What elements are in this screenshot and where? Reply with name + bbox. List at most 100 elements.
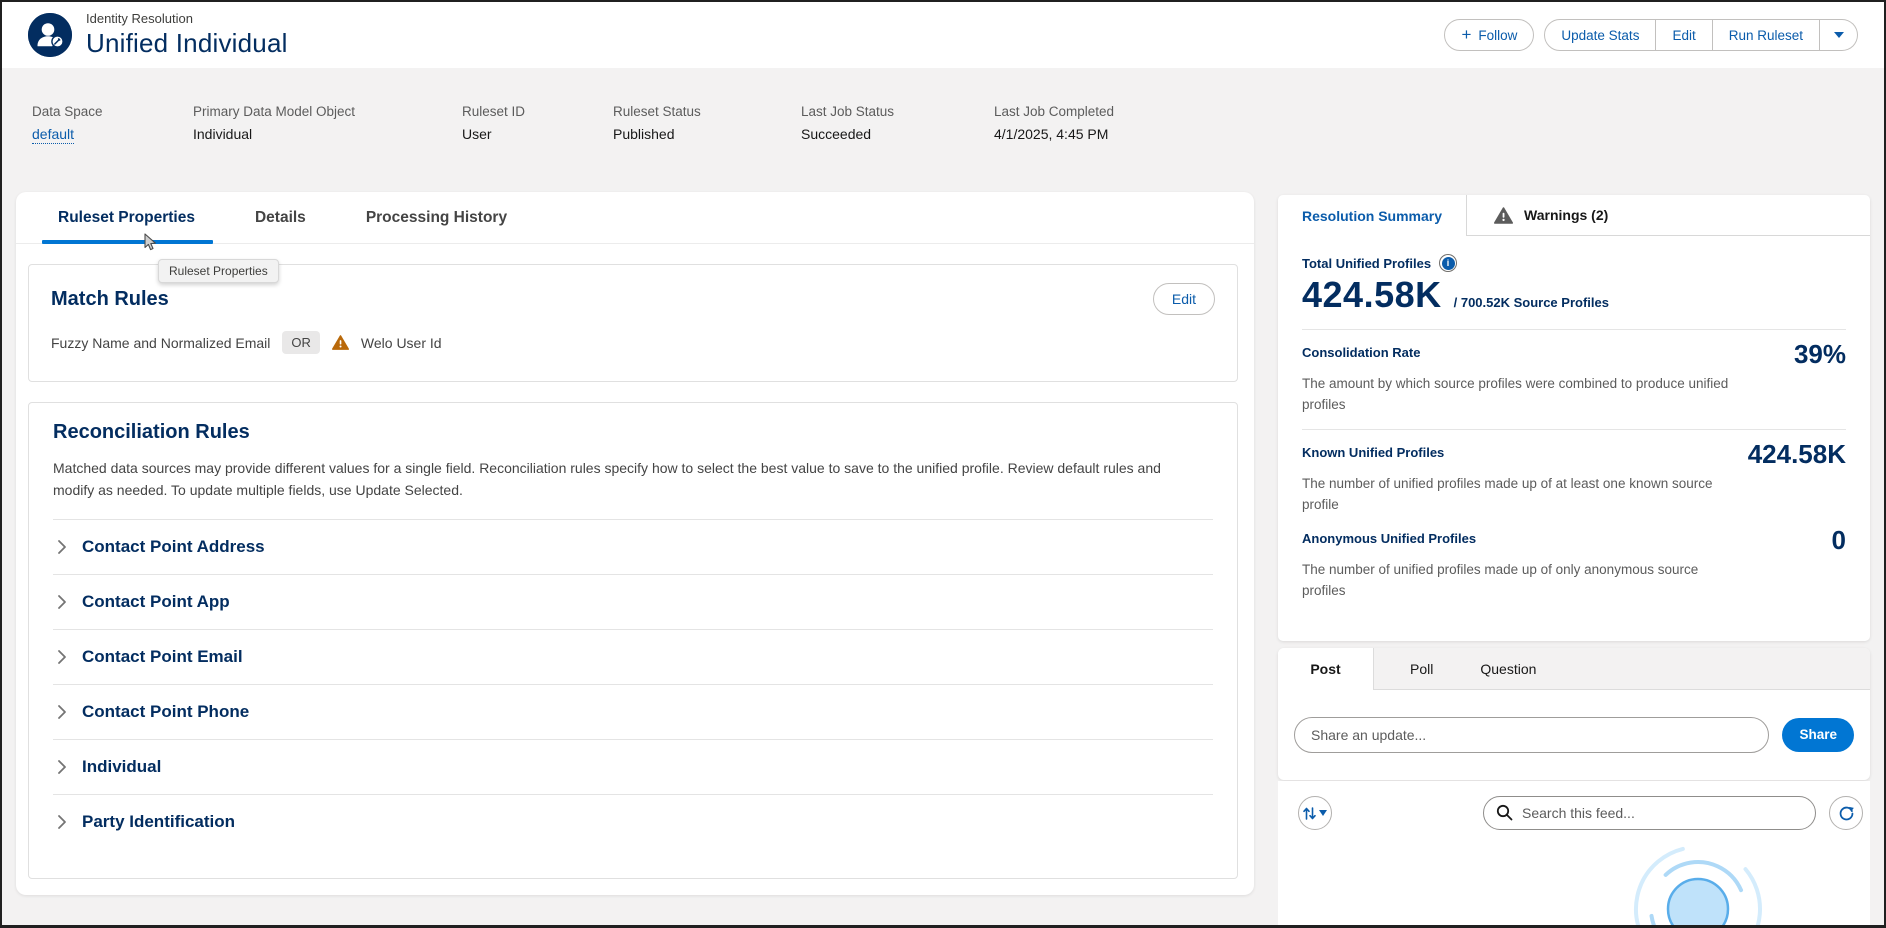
- entity-header: Identity Resolution Unified Individual: [28, 11, 288, 59]
- page-header: Identity Resolution Unified Individual +…: [2, 2, 1884, 68]
- reconciliation-description: Matched data sources may provide differe…: [53, 457, 1203, 502]
- field-label: Last Job Completed: [994, 104, 1114, 119]
- detail-fields: Data Space default Primary Data Model Ob…: [32, 104, 1114, 144]
- identity-resolution-page: Identity Resolution Unified Individual +…: [0, 0, 1886, 928]
- consolidation-rate-label: Consolidation Rate: [1302, 345, 1420, 360]
- total-unified-profiles-label: Total Unified Profiles: [1302, 256, 1431, 271]
- field-label: Data Space: [32, 104, 193, 119]
- tab-post[interactable]: Post: [1278, 648, 1374, 690]
- feed-search-container: [1483, 796, 1816, 830]
- reconciliation-title: Reconciliation Rules: [53, 421, 1213, 444]
- warning-tab-icon: [1494, 206, 1513, 225]
- action-button-group: Update Stats Edit Run Ruleset: [1544, 19, 1858, 51]
- consolidation-rate-section: Consolidation Rate 39% The amount by whi…: [1302, 345, 1846, 416]
- accordion-individual[interactable]: Individual: [53, 739, 1213, 794]
- field-label: Ruleset Status: [613, 104, 801, 119]
- tab-details[interactable]: Details: [255, 192, 306, 244]
- tab-ruleset-properties[interactable]: Ruleset Properties: [58, 192, 195, 244]
- follow-button[interactable]: + Follow: [1444, 19, 1534, 51]
- match-rules-title: Match Rules: [51, 288, 169, 311]
- field-value: Published: [613, 126, 801, 142]
- total-unified-profiles-value: 424.58K: [1302, 274, 1442, 316]
- chevron-right-icon: [57, 649, 67, 665]
- info-glyph: i: [1442, 257, 1455, 270]
- more-actions-button[interactable]: [1820, 19, 1858, 51]
- summary-tab-bar: Resolution Summary Warnings (2): [1278, 195, 1870, 236]
- chevron-right-icon: [57, 704, 67, 720]
- reconciliation-list: Contact Point Address Contact Point App …: [53, 519, 1213, 849]
- field-label: Primary Data Model Object: [193, 104, 462, 119]
- accordion-label: Individual: [82, 757, 161, 777]
- tab-question[interactable]: Question: [1480, 661, 1536, 677]
- run-ruleset-button[interactable]: Run Ruleset: [1713, 19, 1820, 51]
- summary-body: Total Unified Profiles i 424.58K / 700.5…: [1278, 236, 1870, 602]
- or-operator-badge: OR: [282, 331, 320, 354]
- divider: [1302, 429, 1846, 430]
- accordion-label: Party Identification: [82, 812, 235, 832]
- object-type-label: Identity Resolution: [86, 11, 288, 26]
- field-value: Succeeded: [801, 126, 994, 142]
- sort-icon: [1303, 806, 1316, 821]
- field-ruleset-status: Ruleset Status Published: [613, 104, 801, 144]
- dropdown-arrow-icon: [1834, 32, 1844, 38]
- field-primary-dmo: Primary Data Model Object Individual: [193, 104, 462, 144]
- tab-poll[interactable]: Poll: [1410, 661, 1433, 677]
- ruleset-main-card: Ruleset Properties Details Processing Hi…: [16, 192, 1254, 895]
- tab-warnings[interactable]: Warnings (2): [1467, 195, 1870, 236]
- match-rule-row: Fuzzy Name and Normalized Email OR Welo …: [51, 331, 1215, 354]
- accordion-contact-point-phone[interactable]: Contact Point Phone: [53, 684, 1213, 739]
- identity-resolution-icon: [28, 13, 72, 57]
- field-value: User: [462, 126, 613, 142]
- resolution-summary-card: Resolution Summary Warnings (2) Total Un…: [1278, 195, 1870, 641]
- refresh-icon: [1838, 805, 1855, 822]
- accordion-contact-point-email[interactable]: Contact Point Email: [53, 629, 1213, 684]
- chevron-right-icon: [57, 814, 67, 830]
- accordion-label: Contact Point Address: [82, 537, 265, 557]
- feed-search-input[interactable]: [1483, 796, 1816, 830]
- field-label: Last Job Status: [801, 104, 994, 119]
- reconciliation-rules-card: Reconciliation Rules Matched data source…: [28, 402, 1238, 879]
- field-label: Ruleset ID: [462, 104, 613, 119]
- consolidation-rate-desc: The amount by which source profiles were…: [1302, 374, 1742, 416]
- known-unified-profiles-section: Known Unified Profiles 424.58K The numbe…: [1302, 445, 1846, 516]
- page-title: Unified Individual: [86, 28, 288, 59]
- main-tab-bar: Ruleset Properties Details Processing Hi…: [16, 192, 1254, 244]
- known-unified-profiles-value: 424.58K: [1748, 441, 1846, 467]
- anonymous-unified-profiles-value: 0: [1832, 527, 1846, 553]
- tab-resolution-summary[interactable]: Resolution Summary: [1278, 195, 1467, 236]
- header-actions: + Follow Update Stats Edit Run Ruleset: [1444, 19, 1858, 51]
- edit-button[interactable]: Edit: [1656, 19, 1712, 51]
- feed-refresh-button[interactable]: [1829, 796, 1863, 830]
- chevron-right-icon: [57, 594, 67, 610]
- field-last-job-completed: Last Job Completed 4/1/2025, 4:45 PM: [994, 104, 1114, 144]
- anonymous-unified-profiles-section: Anonymous Unified Profiles 0 The number …: [1302, 531, 1846, 602]
- match-rules-header: Match Rules Edit: [51, 283, 1215, 315]
- info-icon[interactable]: i: [1439, 254, 1457, 272]
- field-ruleset-id: Ruleset ID User: [462, 104, 613, 144]
- share-update-input[interactable]: [1294, 717, 1769, 753]
- caret-down-icon: [1319, 810, 1327, 816]
- share-button[interactable]: Share: [1782, 718, 1854, 752]
- field-last-job-status: Last Job Status Succeeded: [801, 104, 994, 144]
- publisher-tab-bar: Post Poll Question: [1278, 648, 1870, 690]
- match-rules-edit-button[interactable]: Edit: [1153, 283, 1215, 315]
- update-stats-button[interactable]: Update Stats: [1544, 19, 1656, 51]
- accordion-party-identification[interactable]: Party Identification: [53, 794, 1213, 849]
- known-unified-profiles-desc: The number of unified profiles made up o…: [1302, 474, 1742, 516]
- feed-publisher-card: Post Poll Question Share: [1278, 648, 1870, 780]
- feed-sort-button[interactable]: [1298, 796, 1332, 830]
- warning-icon: [332, 334, 349, 351]
- data-space-link[interactable]: default: [32, 126, 74, 144]
- tab-processing-history[interactable]: Processing History: [366, 192, 507, 244]
- match-rule-name: Welo User Id: [361, 335, 442, 351]
- source-profiles-suffix: / 700.52K Source Profiles: [1454, 295, 1609, 310]
- field-value: 4/1/2025, 4:45 PM: [994, 126, 1114, 142]
- field-data-space: Data Space default: [32, 104, 193, 144]
- publisher-body: Share: [1278, 690, 1870, 779]
- accordion-contact-point-app[interactable]: Contact Point App: [53, 574, 1213, 629]
- plus-icon: +: [1461, 26, 1471, 43]
- accordion-contact-point-address[interactable]: Contact Point Address: [53, 519, 1213, 574]
- follow-label: Follow: [1478, 28, 1517, 43]
- accordion-label: Contact Point App: [82, 592, 230, 612]
- consolidation-rate-value: 39%: [1794, 341, 1846, 367]
